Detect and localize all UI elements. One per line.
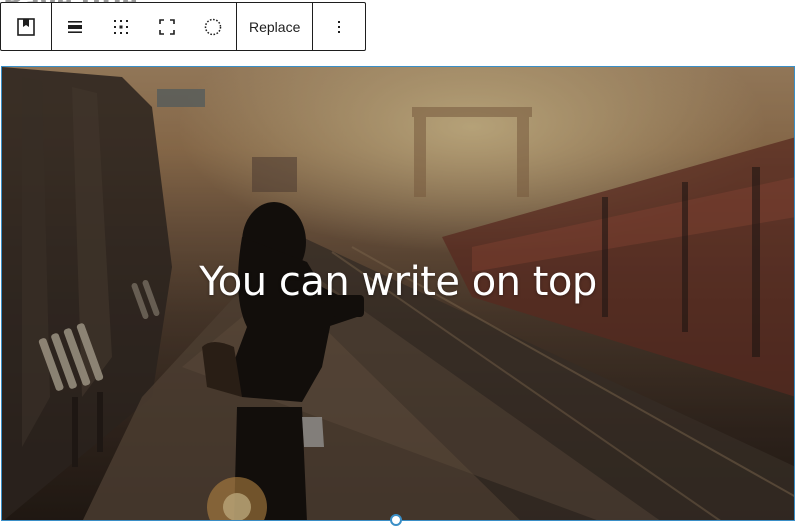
options-button[interactable]: [313, 3, 365, 50]
cover-heading-text[interactable]: You can write on top: [2, 259, 794, 305]
full-height-button[interactable]: [144, 3, 190, 50]
full-height-icon: [157, 17, 177, 37]
options-group: [313, 3, 365, 50]
align-content-position-icon: [65, 17, 85, 37]
cover-resize-handle[interactable]: [390, 514, 402, 526]
more-vertical-icon: [329, 17, 349, 37]
block-switcher-group: [1, 3, 52, 50]
replace-button[interactable]: Replace: [237, 3, 312, 50]
duotone-filter-icon: [203, 17, 223, 37]
block-switcher-button[interactable]: [1, 3, 51, 50]
cover-block[interactable]: You can write on top: [1, 66, 795, 521]
align-content-position-button[interactable]: [52, 3, 98, 50]
align-matrix-icon: [111, 17, 131, 37]
replace-group: Replace: [237, 3, 314, 50]
block-controls-group: [52, 3, 237, 50]
align-matrix-button[interactable]: [98, 3, 144, 50]
editor-canvas: Page title: [0, 0, 800, 528]
block-toolbar: Replace: [0, 2, 367, 51]
cover-block-icon: [16, 17, 36, 37]
duotone-filter-button[interactable]: [190, 3, 236, 50]
